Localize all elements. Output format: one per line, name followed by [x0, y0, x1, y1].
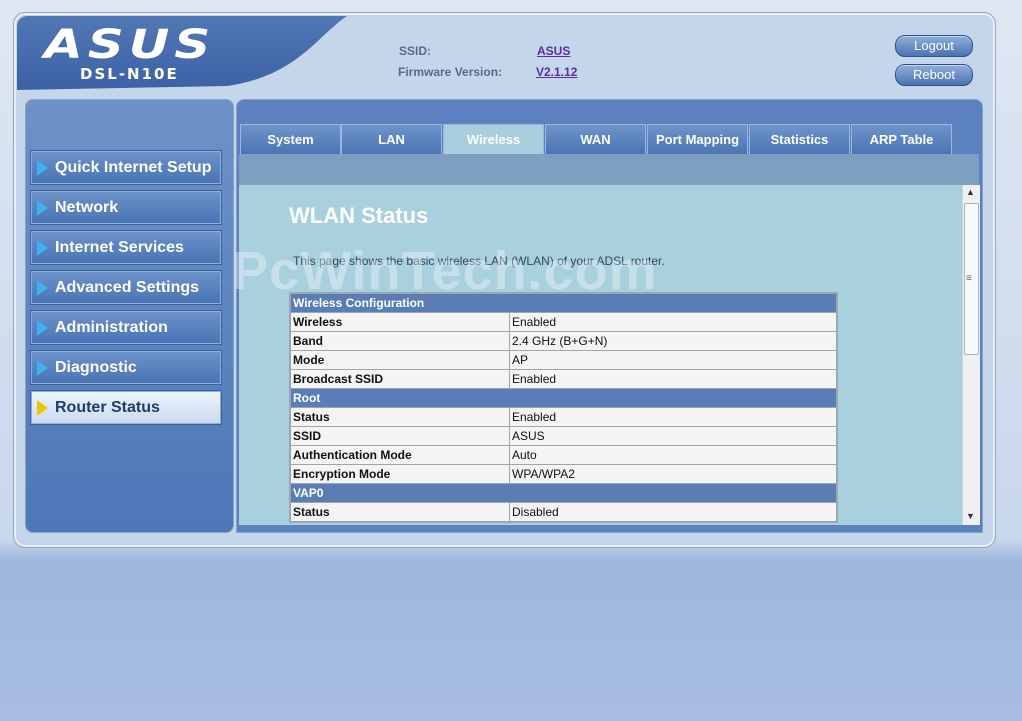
watermark: PcWinTech.com	[232, 241, 658, 301]
table-row: Wireless Enabled	[289, 312, 838, 332]
tab-statistics[interactable]: Statistics	[749, 124, 850, 155]
tab-arp-table[interactable]: ARP Table	[851, 124, 952, 155]
tab-wan[interactable]: WAN	[545, 124, 646, 155]
asus-logo: ASUS	[44, 22, 216, 68]
table-row: Encryption Mode WPA/WPA2	[289, 464, 838, 484]
menu-label: Advanced Settings	[55, 279, 200, 296]
tab-system[interactable]: System	[240, 124, 341, 155]
table-row: Status Enabled	[289, 407, 838, 427]
arrow-up-icon[interactable]: ▲	[966, 187, 975, 197]
tab-lan[interactable]: LAN	[341, 124, 442, 155]
ssid-link[interactable]: ASUS	[537, 44, 570, 58]
wlan-status-table: Wireless Configuration Wireless Enabled B…	[289, 292, 838, 523]
vertical-scrollbar[interactable]: ▲ ≡ ▼	[962, 185, 980, 525]
menu-diagnostic[interactable]: Diagnostic	[30, 350, 222, 385]
menu-advanced-settings[interactable]: Advanced Settings	[30, 270, 222, 305]
row-value: AP	[509, 350, 838, 370]
menu-administration[interactable]: Administration	[30, 310, 222, 345]
row-key: Authentication Mode	[289, 445, 510, 465]
menu-network[interactable]: Network	[30, 190, 222, 225]
table-row: Status Disabled	[289, 502, 838, 523]
triangle-right-icon	[37, 200, 48, 216]
menu-internet-services[interactable]: Internet Services	[30, 230, 222, 265]
arrow-down-icon[interactable]: ▼	[966, 511, 975, 521]
sub-tab-bar	[239, 154, 979, 185]
row-key: Status	[289, 407, 510, 427]
row-value: WPA/WPA2	[509, 464, 838, 484]
section-header: VAP0	[289, 483, 838, 503]
row-key: Mode	[289, 350, 510, 370]
triangle-right-icon	[37, 240, 48, 256]
grip-icon: ≡	[966, 273, 972, 284]
firmware-link[interactable]: V2.1.12	[536, 65, 577, 79]
row-value: 2.4 GHz (B+G+N)	[509, 331, 838, 351]
table-row: Band 2.4 GHz (B+G+N)	[289, 331, 838, 351]
row-key: Band	[289, 331, 510, 351]
menu-label: Router Status	[55, 399, 160, 416]
row-key: Broadcast SSID	[289, 369, 510, 389]
row-value: Enabled	[509, 369, 838, 389]
triangle-right-icon	[37, 280, 48, 296]
menu-label: Quick Internet Setup	[55, 159, 212, 176]
row-key: Wireless	[289, 312, 510, 332]
status-panel: WLAN Status This page shows the basic wi…	[239, 185, 962, 525]
table-row: Mode AP	[289, 350, 838, 370]
section-header: Root	[289, 388, 838, 408]
ssid-label: SSID:	[399, 44, 432, 58]
firmware-label: Firmware Version:	[398, 65, 503, 79]
menu-quick-internet-setup[interactable]: Quick Internet Setup	[30, 150, 222, 185]
menu-label: Administration	[55, 319, 168, 336]
menu-label: Internet Services	[55, 239, 184, 256]
triangle-right-icon	[37, 160, 48, 176]
table-row: Authentication Mode Auto	[289, 445, 838, 465]
model-name: DSL-N10E	[80, 65, 179, 83]
menu-label: Network	[55, 199, 119, 216]
tab-wireless[interactable]: Wireless	[443, 124, 544, 155]
table-section-row: VAP0	[289, 483, 838, 503]
triangle-right-icon	[37, 360, 48, 376]
logout-button[interactable]: Logout	[895, 35, 973, 57]
table-row: SSID ASUS	[289, 426, 838, 446]
triangle-right-icon	[37, 400, 48, 416]
reboot-button[interactable]: Reboot	[895, 64, 973, 86]
table-row: Broadcast SSID Enabled	[289, 369, 838, 389]
tab-port-mapping[interactable]: Port Mapping	[647, 124, 748, 155]
row-value: Disabled	[509, 502, 838, 523]
menu-label: Diagnostic	[55, 359, 137, 376]
table-section-row: Root	[289, 388, 838, 408]
page-title: WLAN Status	[289, 203, 429, 228]
row-value: Auto	[509, 445, 838, 465]
row-value: Enabled	[509, 312, 838, 332]
row-value: ASUS	[509, 426, 838, 446]
menu-router-status[interactable]: Router Status	[30, 390, 222, 425]
triangle-right-icon	[37, 320, 48, 336]
row-key: SSID	[289, 426, 510, 446]
row-key: Status	[289, 502, 510, 523]
row-value: Enabled	[509, 407, 838, 427]
row-key: Encryption Mode	[289, 464, 510, 484]
